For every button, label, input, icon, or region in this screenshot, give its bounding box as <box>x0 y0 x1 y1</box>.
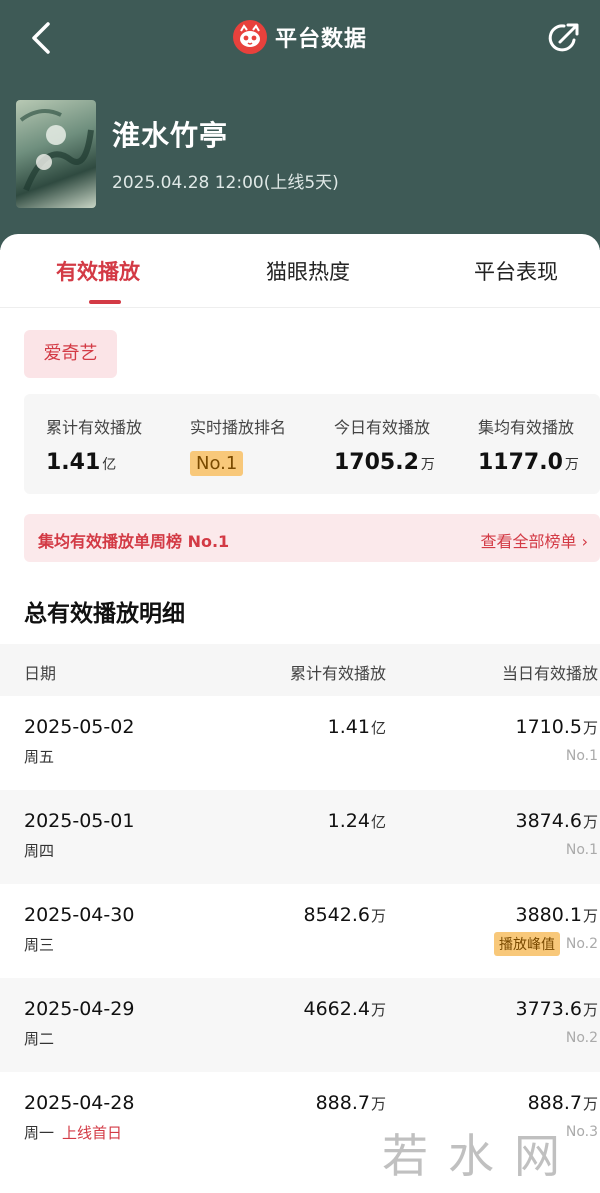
poster-image[interactable] <box>16 100 96 208</box>
first-day-label: 上线首日 <box>62 1124 123 1142</box>
stat-average-label: 集均有效播放 <box>478 418 575 437</box>
row-weekday: 周三 <box>24 936 55 954</box>
row-daily-plays: 3773.6万 <box>515 998 599 1020</box>
weekly-rank-text: 集均有效播放单周榜 No.1 <box>38 532 230 551</box>
platform-chip-iqiyi[interactable]: 爱奇艺 <box>24 330 117 378</box>
table-header: 日期 累计有效播放 当日有效播放 <box>0 644 600 696</box>
stat-total: 累计有效播放 1.41 亿 <box>46 414 142 475</box>
page-title: 平台数据 <box>274 27 367 52</box>
stat-total-value: 1.41 亿 <box>46 450 117 475</box>
row-rank: No.1 <box>565 748 598 764</box>
tab-effective-play[interactable]: 有效播放 <box>56 256 140 286</box>
show-title: 淮水竹亭 <box>112 119 229 152</box>
row-total-plays: 4662.4万 <box>303 998 387 1020</box>
weekly-rank-banner[interactable]: 集均有效播放单周榜 No.1 查看全部榜单 › <box>24 514 600 562</box>
table-row: 2025-05-02 周五 1.41亿 1710.5万 No.1 <box>0 696 600 790</box>
stat-rank: 实时播放排名 No.1 <box>190 414 286 476</box>
tab-bar: 有效播放 猫眼热度 平台表现 <box>0 234 600 308</box>
row-rank: No.2 <box>565 1030 598 1046</box>
section-title: 总有效播放明细 <box>24 601 185 627</box>
table-row: 2025-05-01 周四 1.24亿 3874.6万 No.1 <box>0 790 600 884</box>
row-weekday: 周一 上线首日 <box>24 1124 123 1142</box>
share-icon <box>548 23 579 52</box>
peak-badge: 播放峰值 <box>494 932 560 956</box>
row-date: 2025-05-02 <box>24 716 135 738</box>
row-total-plays: 1.41亿 <box>327 716 386 738</box>
active-tab-indicator <box>89 300 121 304</box>
view-all-rankings-link[interactable]: 查看全部榜单 › <box>481 528 589 552</box>
column-header-total: 累计有效播放 <box>289 664 386 683</box>
watermark: 若水网 <box>382 1129 580 1183</box>
show-release-date: 2025.04.28 12:00(上线5天) <box>112 173 339 193</box>
tab-platform-performance[interactable]: 平台表现 <box>474 256 558 286</box>
stat-today-value: 1705.2 万 <box>334 450 435 475</box>
stat-today: 今日有效播放 1705.2 万 <box>334 414 435 475</box>
row-rank: No.1 <box>565 842 598 858</box>
row-date: 2025-04-28 <box>24 1092 135 1114</box>
share-button[interactable] <box>544 18 584 58</box>
rank-badge: No.1 <box>190 451 244 476</box>
row-daily-plays: 3874.6万 <box>515 810 599 832</box>
tab-maoyan-heat[interactable]: 猫眼热度 <box>266 256 350 286</box>
row-date: 2025-05-01 <box>24 810 135 832</box>
top-bar: 平台数据 <box>0 0 600 76</box>
row-daily-plays: 1710.5万 <box>515 716 599 738</box>
stat-today-label: 今日有效播放 <box>334 418 431 437</box>
column-header-date: 日期 <box>24 664 57 683</box>
table-row: 2025-04-29 周二 4662.4万 3773.6万 No.2 <box>0 978 600 1072</box>
row-daily-plays: 3880.1万 <box>515 904 599 926</box>
row-rank: No.2 <box>565 936 598 952</box>
row-date: 2025-04-29 <box>24 998 135 1020</box>
maoyan-cat-logo-icon <box>232 20 267 54</box>
row-daily-plays: 888.7万 <box>527 1092 598 1114</box>
table-row: 2025-04-30 周三 8542.6万 3880.1万 播放峰值 No.2 <box>0 884 600 978</box>
title-area: 平台数据 <box>0 20 600 56</box>
content-panel: 有效播放 猫眼热度 平台表现 爱奇艺 累计有效播放 1.41 亿 实时播放排名 N… <box>0 234 600 1193</box>
row-weekday: 周四 <box>24 842 55 860</box>
stat-average-value: 1177.0 万 <box>478 450 579 475</box>
stats-card: 累计有效播放 1.41 亿 实时播放排名 No.1 今日有效播放 1705.2 万 … <box>24 394 600 494</box>
row-total-plays: 1.24亿 <box>327 810 386 832</box>
header: 平台数据 淮水竹亭 2025.04.28 12:00(上线5天) <box>0 0 600 250</box>
row-total-plays: 8542.6万 <box>303 904 387 926</box>
row-total-plays: 888.7万 <box>315 1092 386 1114</box>
row-weekday: 周二 <box>24 1030 55 1048</box>
stat-average: 集均有效播放 1177.0 万 <box>478 414 579 475</box>
column-header-daily: 当日有效播放 <box>501 664 598 683</box>
stat-total-label: 累计有效播放 <box>46 418 143 437</box>
stat-rank-label: 实时播放排名 <box>190 418 287 437</box>
row-weekday: 周五 <box>24 748 55 766</box>
row-date: 2025-04-30 <box>24 904 135 926</box>
